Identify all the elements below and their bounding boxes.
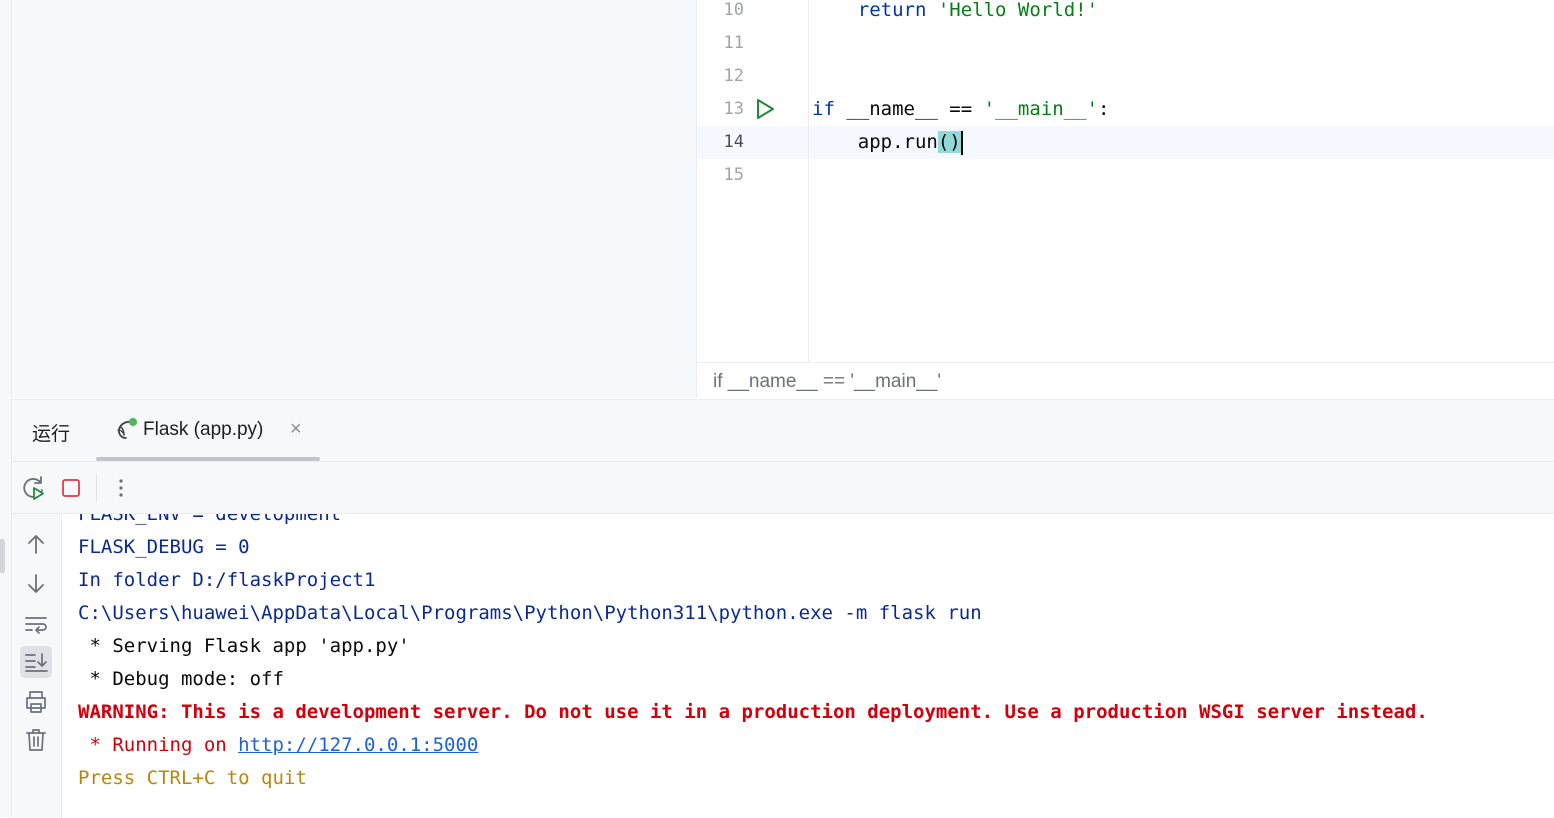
text-caret <box>960 130 963 155</box>
more-vertical-icon[interactable] <box>107 474 135 502</box>
tab-active-underline <box>96 457 320 461</box>
run-window-title: 运行 <box>32 424 71 445</box>
flask-run-icon <box>117 418 137 439</box>
console-side-toolbar <box>12 514 62 818</box>
line-number: 11 <box>723 33 744 53</box>
console-running-line: * Running on http://127.0.0.1:5000 <box>78 729 478 762</box>
run-tool-window: 运行 Flask (app.py) × FLASK_ENV = developm… <box>0 399 1554 818</box>
left-tool-strip <box>0 0 12 817</box>
line-number-current: 14 <box>723 132 744 152</box>
console-line: Press CTRL+C to quit <box>78 767 307 789</box>
code-line-13: if __name__ == '__main__': <box>812 93 1109 126</box>
console-line: FLASK_DEBUG = 0 <box>78 536 250 558</box>
code-text: app.run <box>857 131 938 153</box>
running-prefix: * Running on <box>78 734 239 756</box>
console-output[interactable]: FLASK_ENV = development FLASK_DEBUG = 0 … <box>62 514 1554 818</box>
line-number: 12 <box>723 66 744 86</box>
editor-gutter: 10 11 12 13 14 15 <box>697 0 809 362</box>
run-gutter-icon[interactable] <box>754 98 776 120</box>
keyword-return: return <box>857 0 927 21</box>
console-line: FLASK_ENV = development <box>78 514 342 525</box>
tab-label: Flask (app.py) <box>143 419 264 440</box>
keyword-if: if <box>812 98 835 120</box>
arrow-down-icon[interactable] <box>20 568 52 600</box>
string-literal: '__main__' <box>983 98 1098 120</box>
code-line-10: return 'Hello World!' <box>812 0 1098 27</box>
stop-icon[interactable] <box>57 474 85 502</box>
console-line: * Debug mode: off <box>78 668 284 690</box>
code-text: : <box>1098 98 1110 120</box>
tab-flask-app[interactable]: Flask (app.py) × <box>96 400 320 461</box>
code-editor[interactable]: 10 11 12 13 14 15 return 'Hello World!' … <box>697 0 1554 399</box>
matched-brackets: () <box>937 131 961 153</box>
editor-breadcrumb[interactable]: if __name__ == '__main__' <box>697 362 1554 399</box>
code-text: __name__ == <box>834 98 984 120</box>
line-number: 15 <box>723 165 744 185</box>
rerun-icon[interactable] <box>20 474 48 502</box>
console-warning-line: WARNING: This is a development server. D… <box>78 701 1428 723</box>
project-panel <box>12 0 697 398</box>
print-icon[interactable] <box>20 686 52 718</box>
run-tab-bar: 运行 Flask (app.py) × <box>12 400 1554 462</box>
console-line: C:\Users\huawei\AppData\Local\Programs\P… <box>78 602 982 624</box>
scroll-to-end-icon[interactable] <box>20 646 52 678</box>
trash-icon[interactable] <box>20 724 52 756</box>
arrow-up-icon[interactable] <box>20 528 52 560</box>
line-number: 10 <box>723 0 744 20</box>
line-number: 13 <box>723 99 744 119</box>
run-toolbar <box>0 462 1554 573</box>
soft-wrap-icon[interactable] <box>20 608 52 640</box>
console-line: In folder D:/flaskProject1 <box>78 569 376 591</box>
tool-window-marker <box>0 539 5 573</box>
console-line: * Serving Flask app 'app.py' <box>78 635 410 657</box>
toolbar-separator <box>96 474 97 502</box>
server-url-link[interactable]: http://127.0.0.1:5000 <box>238 734 478 756</box>
close-icon[interactable]: × <box>290 418 302 441</box>
breadcrumb-label[interactable]: if __name__ == '__main__' <box>713 371 941 393</box>
string-literal: 'Hello World!' <box>937 0 1099 21</box>
code-line-14: app.run() <box>812 126 963 159</box>
